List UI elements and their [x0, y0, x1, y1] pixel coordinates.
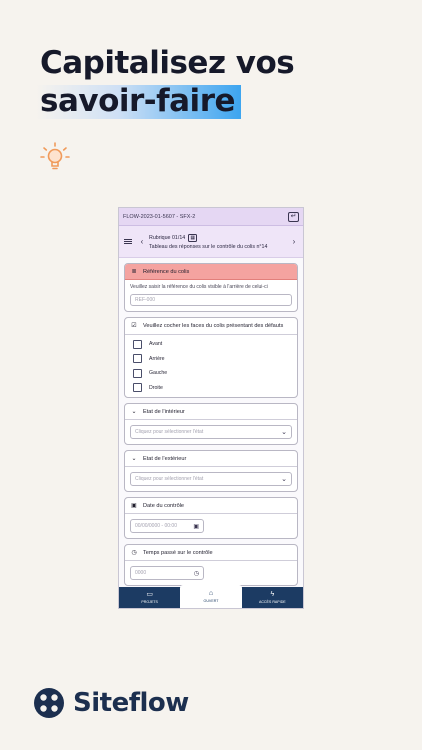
chevron-down-icon[interactable]: ⌄ — [130, 408, 138, 415]
hero-line-2: savoir-faire — [36, 82, 242, 120]
date-input[interactable]: 00/00/0000 - 00:00 ▣ — [130, 519, 204, 533]
nav-acces-rapide[interactable]: ϟ ACCÈS RAPIDE — [242, 587, 303, 608]
chevron-left-icon[interactable]: ‹ — [138, 237, 146, 246]
exterior-header[interactable]: ⌄ Etat de l'extérieur — [125, 451, 297, 467]
inbox-icon: ⌂ — [208, 590, 214, 597]
chevron-right-icon[interactable]: › — [290, 237, 298, 246]
text-lines-icon: ≣ — [131, 269, 137, 275]
lightbulb-icon — [40, 142, 70, 170]
brand-name: Siteflow — [73, 688, 189, 718]
exterior-select[interactable]: Cliquez pour sélectionner l'état ⌄ — [130, 472, 292, 486]
checkbox-icon: ☑ — [131, 323, 137, 329]
stopwatch-icon: ◷ — [131, 550, 137, 556]
nav-ouvert[interactable]: ⌂ OUVERT — [180, 585, 242, 608]
checkbox-arriere[interactable]: Arrière — [130, 352, 292, 367]
flow-id: FLOW-2023-01-5607 - SFX-2 — [123, 213, 196, 220]
reference-instruction: Veuillez saisir la référence du colis vi… — [130, 284, 268, 290]
reference-header: ≣ Référence du colis — [125, 264, 297, 280]
calendar-icon: ▣ — [193, 523, 199, 530]
table-icon[interactable]: ▦ — [188, 233, 198, 242]
calendar-icon: ▣ — [131, 503, 137, 509]
hero-headline: Capitalisez vos savoir-faire — [36, 44, 295, 120]
exterior-card: ⌄ Etat de l'extérieur Cliquez pour sélec… — [124, 450, 298, 492]
chevron-down-icon: ⌄ — [281, 476, 287, 483]
date-card: ▣ Date du contrôle 00/00/0000 - 00:00 ▣ — [124, 497, 298, 539]
time-card: ◷ Temps passé sur le contrôle 0000 ◷ — [124, 544, 298, 586]
checkbox[interactable] — [133, 339, 142, 349]
chevron-down-icon: ⌄ — [281, 429, 287, 436]
rubrique-subtitle: Tableau des réponses sur le contrôle du … — [149, 243, 268, 250]
reference-input[interactable]: REF-000 — [130, 294, 292, 306]
interior-select[interactable]: Cliquez pour sélectionner l'état ⌄ — [130, 425, 292, 439]
interior-header[interactable]: ⌄ Etat de l'intérieur — [125, 404, 297, 420]
checkbox[interactable] — [133, 354, 142, 364]
menu-icon[interactable] — [124, 237, 132, 246]
interior-card: ⌄ Etat de l'intérieur Cliquez pour sélec… — [124, 403, 298, 445]
phone-screen: FLOW-2023-01-5607 - SFX-2 ↵ ‹ Rubrique 0… — [118, 207, 304, 609]
checkbox-droite[interactable]: Droite — [130, 381, 292, 396]
faces-card: ☑ Veuillez cocher les faces du colis pré… — [124, 317, 298, 398]
brand: Siteflow — [34, 688, 189, 718]
folder-icon: ▭ — [146, 591, 153, 598]
return-icon[interactable]: ↵ — [288, 211, 299, 222]
stopwatch-icon: ◷ — [193, 570, 199, 577]
rubrique-info: Rubrique 01/14 ▦ Tableau des réponses su… — [146, 233, 290, 250]
flow-topbar: FLOW-2023-01-5607 - SFX-2 ↵ — [119, 208, 303, 226]
rubrique-counter: Rubrique 01/14 — [149, 234, 186, 241]
time-input[interactable]: 0000 ◷ — [130, 566, 204, 580]
bottom-nav: ▭ PROJETS ⌂ OUVERT ϟ ACCÈS RAPIDE — [119, 585, 303, 608]
rubrique-header: ‹ Rubrique 01/14 ▦ Tableau des réponses … — [119, 226, 303, 258]
form-content[interactable]: ≣ Référence du colis Veuillez saisir la … — [119, 258, 303, 591]
checkbox[interactable] — [133, 383, 142, 393]
lightning-icon: ϟ — [270, 591, 275, 598]
siteflow-logo-icon — [34, 688, 64, 718]
nav-projets[interactable]: ▭ PROJETS — [119, 587, 180, 608]
checkbox-gauche[interactable]: Gauche — [130, 366, 292, 381]
checkbox-avant[interactable]: Avant — [130, 337, 292, 352]
faces-header: ☑ Veuillez cocher les faces du colis pré… — [125, 318, 297, 335]
hero-line-1: Capitalisez vos — [40, 45, 295, 81]
reference-card: ≣ Référence du colis Veuillez saisir la … — [124, 263, 298, 312]
checkbox[interactable] — [133, 368, 142, 378]
time-header: ◷ Temps passé sur le contrôle — [125, 545, 297, 561]
chevron-down-icon[interactable]: ⌄ — [130, 455, 138, 462]
date-header: ▣ Date du contrôle — [125, 498, 297, 514]
